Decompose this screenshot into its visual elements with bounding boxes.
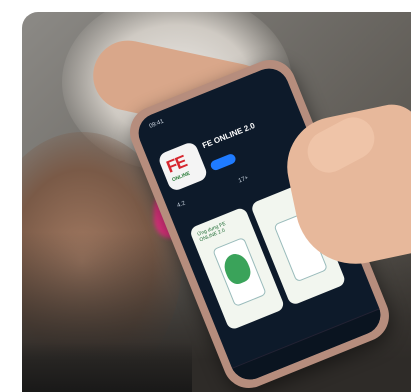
status-bar-time: 09:41 bbox=[148, 118, 165, 130]
dark-foreground bbox=[22, 342, 192, 392]
app-icon: FE ONLINE bbox=[156, 140, 209, 193]
get-button bbox=[209, 152, 238, 172]
stat-age: 17+ bbox=[237, 175, 250, 185]
stat-rating: 4.2 bbox=[176, 200, 187, 210]
app-name: FE ONLINE 2.0 bbox=[200, 120, 257, 151]
photo-card: 09:41 FE ONLINE FE ONLINE 2.0 4.2 17+ #2… bbox=[22, 12, 411, 392]
